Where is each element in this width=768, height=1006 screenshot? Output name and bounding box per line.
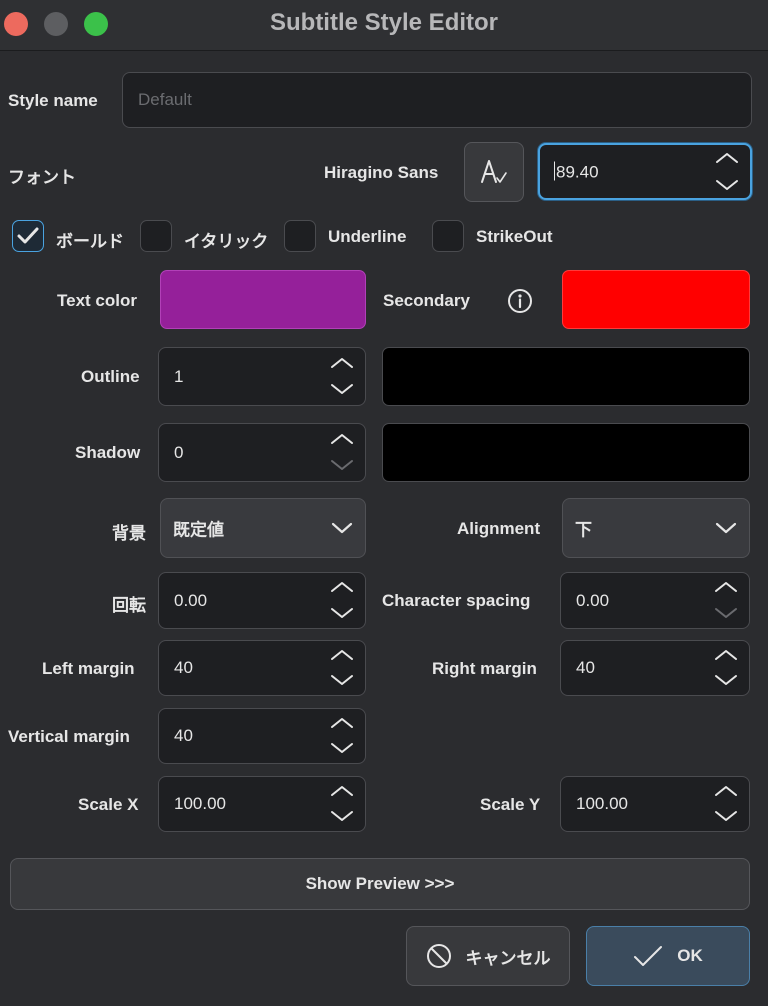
text-color-swatch[interactable]: [160, 270, 366, 329]
rotation-stepper[interactable]: [329, 573, 355, 628]
italic-checkbox[interactable]: [140, 220, 172, 252]
scale-y-value: 100.00: [576, 794, 628, 813]
font-label: フォント: [8, 168, 76, 187]
scale-x-value: 100.00: [174, 794, 226, 813]
shadow-field[interactable]: 0: [158, 423, 366, 482]
shadow-label: Shadow: [75, 443, 141, 462]
info-icon[interactable]: [507, 288, 533, 314]
background-value: 既定値: [173, 520, 224, 540]
shadow-stepper[interactable]: [329, 424, 355, 481]
alignment-dropdown[interactable]: 下: [562, 498, 750, 558]
underline-label: Underline: [328, 227, 407, 246]
cancel-label: キャンセル: [465, 948, 551, 968]
character-spacing-value: 0.00: [576, 590, 610, 610]
shadow-color-swatch[interactable]: [382, 423, 750, 482]
font-size-value: 89.40: [556, 162, 599, 181]
outline-label: Outline: [81, 367, 140, 386]
font-picker-icon: [481, 160, 507, 183]
scale-y-field[interactable]: 100.00: [560, 776, 750, 832]
ok-button[interactable]: OK: [586, 926, 750, 986]
bold-label: ボールド: [56, 232, 124, 251]
bold-checkbox[interactable]: [12, 220, 44, 252]
underline-checkbox[interactable]: [284, 220, 316, 252]
background-dropdown[interactable]: 既定値: [160, 498, 366, 558]
cancel-icon: [426, 944, 451, 968]
right-margin-field[interactable]: 40: [560, 640, 750, 696]
alignment-value: 下: [575, 520, 592, 540]
checkmark-icon: [634, 946, 663, 966]
scale-x-stepper[interactable]: [329, 777, 355, 831]
scale-y-stepper[interactable]: [713, 777, 739, 831]
window-title: Subtitle Style Editor: [269, 9, 499, 36]
left-margin-label: Left margin: [42, 659, 135, 678]
font-picker-button[interactable]: [464, 142, 524, 202]
rotation-label: 回転: [112, 596, 146, 615]
style-name-placeholder: Default: [138, 90, 192, 109]
shadow-value: 0: [174, 442, 184, 462]
style-name-field[interactable]: Default: [122, 72, 752, 128]
text-color-label: Text color: [57, 291, 137, 310]
strikeout-checkbox[interactable]: [432, 220, 464, 252]
font-size-field[interactable]: 89.40: [538, 143, 752, 200]
character-spacing-field[interactable]: 0.00: [560, 572, 750, 629]
scale-x-field[interactable]: 100.00: [158, 776, 366, 832]
chevron-down-icon: [715, 522, 737, 534]
character-spacing-stepper[interactable]: [713, 573, 739, 628]
outline-color-swatch[interactable]: [382, 347, 750, 406]
ok-label: OK: [677, 946, 703, 965]
alignment-label: Alignment: [457, 519, 541, 538]
italic-label: イタリック: [184, 232, 269, 251]
vertical-margin-stepper[interactable]: [329, 709, 355, 763]
vertical-margin-label: Vertical margin: [8, 727, 130, 746]
outline-field[interactable]: 1: [158, 347, 366, 406]
show-preview-button[interactable]: Show Preview >>>: [10, 858, 750, 910]
left-margin-value: 40: [174, 658, 193, 677]
font-size-stepper[interactable]: [714, 145, 740, 198]
right-margin-value: 40: [576, 658, 595, 677]
vertical-margin-value: 40: [174, 726, 193, 745]
outline-value: 1: [174, 366, 184, 386]
character-spacing-label: Character spacing: [382, 591, 531, 610]
style-name-label: Style name: [8, 91, 98, 110]
show-preview-label: Show Preview >>>: [305, 874, 455, 893]
rotation-value: 0.00: [174, 590, 208, 610]
vertical-margin-field[interactable]: 40: [158, 708, 366, 764]
text-caret: [554, 161, 555, 180]
checkmark-icon: [17, 227, 39, 244]
outline-stepper[interactable]: [329, 348, 355, 405]
background-label: 背景: [112, 524, 146, 543]
scale-x-label: Scale X: [78, 795, 139, 814]
left-margin-field[interactable]: 40: [158, 640, 366, 696]
cancel-button[interactable]: キャンセル: [406, 926, 570, 986]
scale-y-label: Scale Y: [480, 795, 541, 814]
strikeout-label: StrikeOut: [476, 227, 553, 246]
right-margin-label: Right margin: [432, 659, 537, 678]
title-bar: Subtitle Style Editor: [0, 0, 768, 51]
left-margin-stepper[interactable]: [329, 641, 355, 695]
secondary-color-swatch[interactable]: [562, 270, 750, 329]
right-margin-stepper[interactable]: [713, 641, 739, 695]
chevron-down-icon: [331, 522, 353, 534]
rotation-field[interactable]: 0.00: [158, 572, 366, 629]
secondary-label: Secondary: [383, 291, 470, 310]
font-name: Hiragino Sans: [324, 163, 439, 182]
